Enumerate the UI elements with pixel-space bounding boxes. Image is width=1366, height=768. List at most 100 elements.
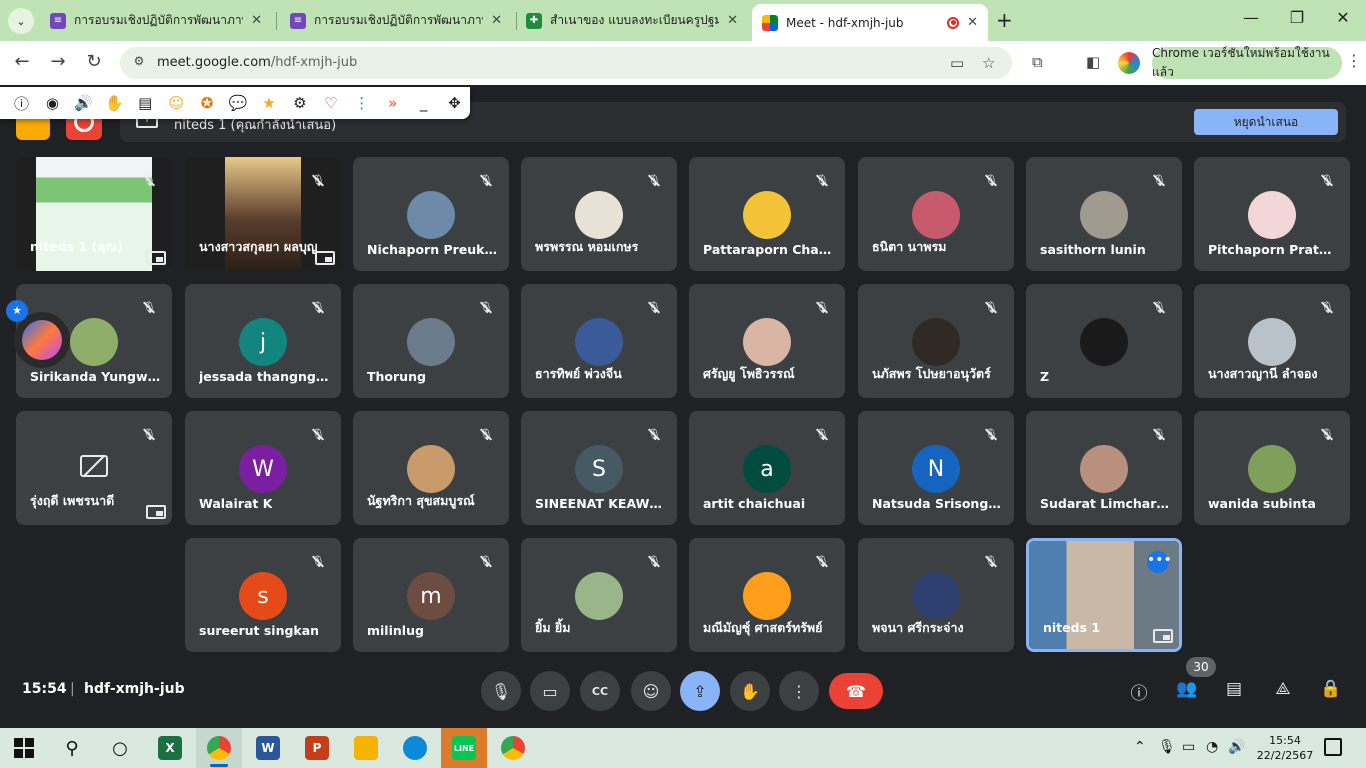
participant-tile[interactable]: W 🎙 Walairat K — [185, 411, 341, 525]
picture-in-picture-icon[interactable] — [315, 251, 335, 265]
participant-tile[interactable]: 🎙 ธารทิพย์ พ่วงจีน — [521, 284, 677, 398]
participant-tile[interactable]: N 🎙 Natsuda Srisongk... — [858, 411, 1014, 525]
close-window-icon[interactable]: ✕ — [1328, 8, 1358, 27]
battery-icon[interactable]: ▭ — [1182, 739, 1195, 755]
participant-tile[interactable]: 🎙 นางสาวสกุลยา ผลบุญ — [185, 157, 341, 271]
more-icon[interactable]: ⋮ — [346, 94, 377, 112]
start-button[interactable] — [14, 738, 34, 758]
move-icon[interactable]: ✥ — [439, 94, 470, 112]
participant-tile[interactable]: s 🎙 sureerut singkan — [185, 538, 341, 652]
participant-tile[interactable]: 🎙 นภัสพร โปษยาอนุวัตร์ — [858, 284, 1014, 398]
taskbar-app-excel[interactable]: X — [147, 728, 193, 768]
heart-icon[interactable]: ♡ — [315, 94, 346, 112]
participant-tile[interactable]: 🎙 Pattaraporn Chaiy... — [689, 157, 845, 271]
pin-star-icon[interactable]: ★ — [6, 300, 28, 322]
camera-button[interactable]: ▭ — [530, 671, 570, 711]
tray-overflow-icon[interactable]: ⌃ — [1134, 739, 1146, 755]
restore-window-icon[interactable]: ❐ — [1282, 8, 1312, 27]
close-tab-icon[interactable]: ✕ — [251, 13, 262, 28]
taskbar-app-search[interactable]: ⚲ — [49, 728, 95, 768]
notification-icon[interactable] — [1324, 738, 1342, 756]
eye-icon[interactable]: ◉ — [37, 94, 68, 112]
reactions-button[interactable]: ☺ — [631, 671, 671, 711]
close-tab-icon[interactable]: ✕ — [967, 15, 978, 30]
participant-tile[interactable]: ••• niteds 1 — [1026, 538, 1182, 652]
side-panel-icon[interactable]: ◧ — [1086, 53, 1100, 71]
participant-tile[interactable]: 🎙 นัฐทริกา สุขสมบูรณ์ — [353, 411, 509, 525]
chat-icon[interactable]: ▤ — [1222, 679, 1246, 703]
taskbar-app-line[interactable]: LINE — [441, 728, 487, 768]
activities-icon[interactable]: ⟁ — [1271, 679, 1295, 703]
participant-tile[interactable]: 🎙 Sudarat Limcharoen — [1026, 411, 1182, 525]
minimize-icon[interactable]: _ — [408, 94, 439, 112]
taskbar-app-chrome-meet[interactable] — [196, 728, 242, 768]
taskbar-app-word[interactable]: W — [245, 728, 291, 768]
participant-tile[interactable]: 🎙 พจนา ศรีกระจ่าง — [858, 538, 1014, 652]
taskbar-app-file-explorer[interactable] — [343, 728, 389, 768]
info-icon[interactable]: ⓘ — [6, 93, 37, 114]
meeting-details-icon[interactable]: ⓘ — [1127, 679, 1151, 704]
participant-tile[interactable]: 🎙 ธนิตา นาพรม — [858, 157, 1014, 271]
participant-tile[interactable]: 🎙 มณีมัญชุ์ ศาสตร์ทรัพย์ — [689, 538, 845, 652]
participant-tile[interactable]: 🎙 niteds 1 (คุณ) — [16, 157, 172, 271]
bookmark-star-icon[interactable]: ☆ — [982, 54, 995, 72]
forward-icon[interactable]: » — [377, 94, 408, 112]
tile-more-options-icon[interactable]: ••• — [1147, 551, 1172, 573]
taskbar-clock[interactable]: 15:54 22/2/2567 — [1255, 733, 1315, 763]
browser-tab[interactable]: ✚ สำเนาของ แบบลงทะเบียนครูปฐมวัย 1 ✕ — [516, 4, 748, 37]
volume-icon[interactable]: 🔊 — [1228, 739, 1245, 755]
participant-tile[interactable]: 🎙 นางสาวญานี ลำจอง — [1194, 284, 1350, 398]
clipboard-icon[interactable]: ▤ — [130, 94, 161, 112]
participant-tile[interactable]: 🎙 ยิ้ม ยิ้ม — [521, 538, 677, 652]
taskbar-app-edge[interactable] — [392, 728, 438, 768]
participant-tile[interactable]: 🎙 Z — [1026, 284, 1182, 398]
extensions-icon[interactable]: ⧉ — [1032, 53, 1043, 71]
site-info-icon[interactable]: ⚙ — [130, 54, 148, 72]
wifi-icon[interactable]: ◔ — [1206, 739, 1218, 755]
close-tab-icon[interactable]: ✕ — [491, 13, 502, 28]
people-icon[interactable]: 👥 — [1175, 679, 1199, 703]
emoji-icon[interactable]: ☺ — [161, 94, 192, 112]
participant-tile[interactable]: 🎙 Pitchaporn Pratu... — [1194, 157, 1350, 271]
participant-tile[interactable]: 🎙 ศรัญยู โพธิวรรณ์ — [689, 284, 845, 398]
participant-tile[interactable]: 🎙 Nichaporn Preuks... — [353, 157, 509, 271]
badge-icon[interactable]: ✪ — [192, 94, 223, 112]
participant-tile[interactable]: 🎙 wanida subinta — [1194, 411, 1350, 525]
picture-in-picture-icon[interactable] — [1153, 629, 1173, 643]
present-now-button[interactable]: ⇪ — [680, 671, 720, 711]
hand-icon[interactable]: ✋ — [99, 94, 130, 112]
address-bar[interactable]: ⚙ meet.google.com/hdf-xmjh-jub ▭ ☆ — [120, 47, 1012, 79]
reload-icon[interactable]: ↻ — [82, 51, 106, 72]
tab-search-icon[interactable]: ⌄ — [8, 8, 34, 34]
participant-tile[interactable]: 🎙 พรพรรณ หอมเกษร — [521, 157, 677, 271]
participant-tile[interactable]: 🎙 รุ่งฤดี เพชรนาดี — [16, 411, 172, 525]
back-icon[interactable]: ← — [10, 51, 34, 72]
picture-in-picture-icon[interactable] — [146, 505, 166, 519]
raise-hand-button[interactable]: ✋ — [730, 671, 770, 711]
captions-button[interactable]: CC — [580, 671, 620, 711]
participant-tile[interactable]: a 🎙 artit chaichuai — [689, 411, 845, 525]
speaker-icon[interactable]: 🔊 — [68, 94, 99, 112]
taskbar-app-powerpoint[interactable]: P — [294, 728, 340, 768]
more-options-button[interactable]: ⋮ — [779, 671, 819, 711]
browser-tab[interactable]: ≡ การอบรมเชิงปฏิบัติการพัฒนาภาษาอั ✕ — [280, 4, 512, 37]
chat-icon[interactable]: 💬 — [223, 94, 254, 112]
picture-in-picture-icon[interactable] — [146, 251, 166, 265]
new-tab-button[interactable]: + — [996, 8, 1013, 32]
host-controls-icon[interactable]: 🔒 — [1319, 679, 1343, 703]
chrome-update-button[interactable]: Chrome เวอร์ชันใหม่พร้อมใช้งานแล้ว — [1152, 46, 1342, 79]
minimize-window-icon[interactable]: — — [1236, 8, 1266, 27]
gear-icon[interactable]: ⚙ — [284, 94, 315, 112]
forward-icon[interactable]: → — [46, 51, 70, 72]
participant-tile[interactable]: m 🎙 milinlug — [353, 538, 509, 652]
taskbar-app-task-view[interactable]: ○ — [97, 728, 143, 768]
chrome-menu-icon[interactable]: ⋮ — [1346, 51, 1362, 70]
participant-tile[interactable]: 🎙 Thorung — [353, 284, 509, 398]
leave-call-button[interactable]: ☎ — [829, 673, 883, 709]
stop-presenting-button[interactable]: หยุดนำเสนอ — [1194, 109, 1338, 135]
browser-tab[interactable]: Meet - hdf-xmjh-jub ✕ — [752, 4, 988, 41]
taskbar-app-chrome[interactable] — [490, 728, 536, 768]
star-icon[interactable]: ★ — [254, 94, 285, 112]
browser-tab[interactable]: ≡ การอบรมเชิงปฏิบัติการพัฒนาภาษาอั ✕ — [40, 4, 272, 37]
tray-microphone-icon[interactable]: 🎙 — [1158, 739, 1176, 755]
